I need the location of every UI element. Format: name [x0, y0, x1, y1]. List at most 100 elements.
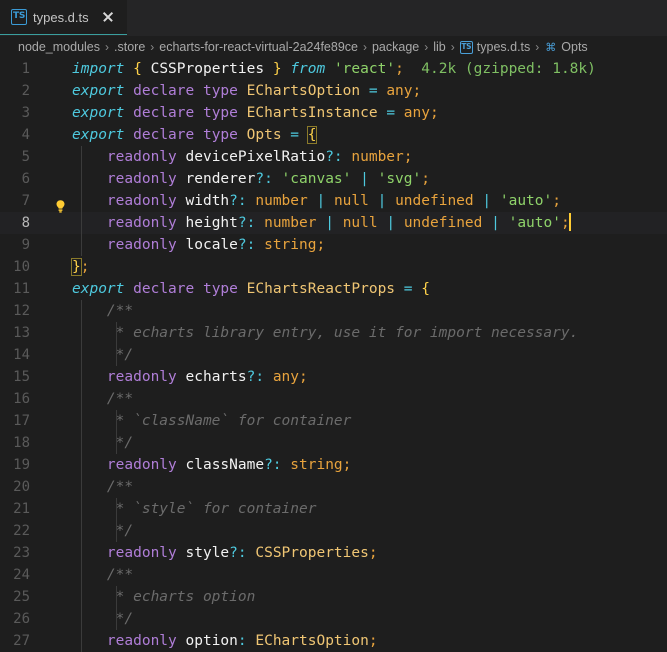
code-line[interactable]: 20 /**: [0, 476, 667, 498]
code-line[interactable]: 1 import { CSSProperties } from 'react';…: [0, 58, 667, 80]
line-number: 18: [13, 435, 30, 451]
code-line-content: export declare type EChartsInstance = an…: [72, 105, 439, 121]
breadcrumb-label: lib: [433, 40, 446, 54]
code-line[interactable]: 9 readonly locale?: string;: [0, 234, 667, 256]
code-line-content: readonly option: EChartsOption;: [72, 630, 667, 652]
code-line[interactable]: 21 * `style` for container: [0, 498, 667, 520]
code-line-content: export declare type Opts = {: [72, 126, 318, 144]
code-line[interactable]: 2 export declare type EChartsOption = an…: [0, 80, 667, 102]
line-number: 5: [21, 149, 30, 165]
code-line[interactable]: 19 readonly className?: string;: [0, 454, 667, 476]
code-line[interactable]: 23 readonly style?: CSSProperties;: [0, 542, 667, 564]
code-line-content: /**: [72, 300, 667, 322]
text-cursor: [568, 213, 571, 231]
line-number: 20: [13, 479, 30, 495]
close-icon[interactable]: [99, 8, 117, 26]
code-line-content: * echarts option: [72, 586, 667, 608]
line-number: 15: [13, 369, 30, 385]
line-number: 21: [13, 501, 30, 517]
breadcrumb-item-store[interactable]: .store: [114, 40, 145, 54]
breadcrumb-item-types-d-ts[interactable]: TS types.d.ts: [459, 40, 531, 54]
line-number: 10: [13, 259, 30, 275]
breadcrumb-item-echarts-for-react-virtual[interactable]: echarts-for-react-virtual-2a24fe89ce: [159, 40, 358, 54]
line-number: 11: [13, 281, 30, 297]
code-line-content: readonly echarts?: any;: [72, 366, 667, 388]
code-line-content: /**: [72, 476, 667, 498]
line-number: 19: [13, 457, 30, 473]
breadcrumb-item-opts[interactable]: ⌘ Opts: [544, 40, 587, 54]
symbol-interface-icon: ⌘: [545, 40, 557, 54]
line-number: 14: [13, 347, 30, 363]
line-number: 22: [13, 523, 30, 539]
breadcrumb-item-lib[interactable]: lib: [433, 40, 446, 54]
code-line[interactable]: 14 */: [0, 344, 667, 366]
line-number: 6: [21, 171, 30, 187]
code-line-content: import { CSSProperties } from 'react'; 4…: [72, 61, 596, 77]
line-number: 26: [13, 611, 30, 627]
code-line[interactable]: 25 * echarts option: [0, 586, 667, 608]
code-line-content: */: [72, 608, 667, 630]
line-number: 9: [21, 237, 30, 253]
breadcrumb-separator-icon: ›: [150, 40, 155, 54]
code-line[interactable]: 15 readonly echarts?: any;: [0, 366, 667, 388]
code-line-content: readonly renderer?: 'canvas' | 'svg';: [72, 168, 667, 190]
breadcrumb-label: .store: [114, 40, 146, 54]
editor-tab-bar: TS types.d.ts: [0, 0, 667, 36]
code-line[interactable]: 13 * echarts library entry, use it for i…: [0, 322, 667, 344]
code-line-content: */: [72, 520, 667, 542]
lightbulb-icon[interactable]: [54, 199, 67, 214]
code-line-content: readonly devicePixelRatio?: number;: [72, 146, 667, 168]
line-number: 3: [21, 105, 30, 121]
line-number: 16: [13, 391, 30, 407]
code-line[interactable]: 22 */: [0, 520, 667, 542]
code-line-active[interactable]: 8 readonly height?: number | null | unde…: [0, 200, 667, 234]
code-line[interactable]: 16 /**: [0, 388, 667, 410]
code-line-content: * `className` for container: [72, 410, 667, 432]
code-line[interactable]: 17 * `className` for container: [0, 410, 667, 432]
line-number: 13: [13, 325, 30, 341]
code-line[interactable]: 18 */: [0, 432, 667, 454]
breadcrumb-item-package[interactable]: package: [372, 40, 419, 54]
code-line[interactable]: 5 readonly devicePixelRatio?: number;: [0, 146, 667, 168]
line-number: 2: [21, 83, 30, 99]
code-line[interactable]: 4 export declare type Opts = {: [0, 124, 667, 146]
editor-tab-types-d-ts[interactable]: TS types.d.ts: [0, 0, 127, 35]
breadcrumb-item-node-modules[interactable]: node_modules: [18, 40, 100, 54]
code-line-content: readonly style?: CSSProperties;: [72, 542, 667, 564]
line-number: 25: [13, 589, 30, 605]
line-number: 23: [13, 545, 30, 561]
line-number: 8: [21, 215, 30, 231]
code-line-content: export declare type EChartsReactProps = …: [72, 281, 430, 297]
code-line[interactable]: 27 readonly option: EChartsOption;: [0, 630, 667, 652]
code-line[interactable]: 6 readonly renderer?: 'canvas' | 'svg';: [0, 168, 667, 190]
code-line-content: */: [72, 344, 667, 366]
breadcrumb-label: Opts: [561, 40, 588, 54]
code-line[interactable]: 3 export declare type EChartsInstance = …: [0, 102, 667, 124]
code-line[interactable]: 11 export declare type EChartsReactProps…: [0, 278, 667, 300]
breadcrumb-label: types.d.ts: [476, 40, 531, 54]
breadcrumb-separator-icon: ›: [450, 40, 455, 54]
line-number: 24: [13, 567, 30, 583]
code-line[interactable]: 10 };: [0, 256, 667, 278]
code-line-content: readonly width?: number | null | undefin…: [72, 190, 667, 212]
breadcrumb-label: package: [371, 40, 420, 54]
code-line[interactable]: 26 */: [0, 608, 667, 630]
breadcrumb-separator-icon: ›: [424, 40, 429, 54]
code-line-content: readonly className?: string;: [72, 454, 667, 476]
code-line-content: };: [71, 258, 90, 276]
code-line[interactable]: 24 /**: [0, 564, 667, 586]
code-line[interactable]: 12 /**: [0, 300, 667, 322]
breadcrumb-label: echarts-for-react-virtual-2a24fe89ce: [159, 40, 358, 54]
line-number: 1: [21, 61, 30, 77]
code-line-content: */: [72, 432, 667, 454]
line-number: 12: [13, 303, 30, 319]
code-line-content: /**: [72, 564, 667, 586]
ts-file-icon: TS: [11, 9, 27, 25]
line-number: 17: [13, 413, 30, 429]
code-editor[interactable]: 1 import { CSSProperties } from 'react';…: [0, 58, 667, 652]
code-line-content: /**: [72, 388, 667, 410]
line-number: 7: [21, 193, 30, 209]
code-line[interactable]: 7 readonly width?: number | null | undef…: [0, 190, 667, 212]
code-line-content: readonly height?: number | null | undefi…: [72, 212, 667, 234]
breadcrumb: node_modules › .store › echarts-for-reac…: [0, 36, 667, 58]
